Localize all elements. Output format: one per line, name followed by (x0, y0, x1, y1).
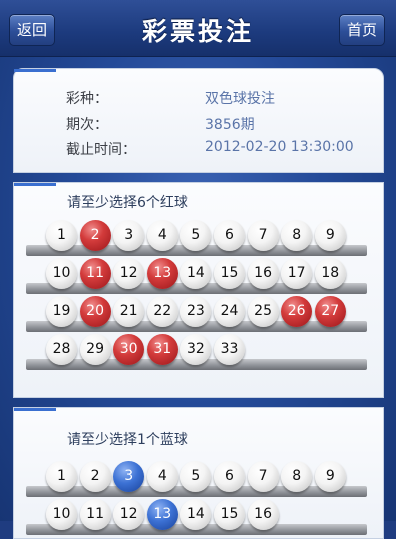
home-button[interactable]: 首页 (338, 14, 385, 46)
red_section-ball-13[interactable]: 13 (146, 258, 178, 289)
info-row-deadline: 截止时间： 2012-02-20 13:30:00 (14, 139, 383, 159)
red_section-ball-8[interactable]: 8 (281, 220, 313, 251)
red_section-ball-2[interactable]: 2 (79, 220, 111, 251)
blue_section-ball-2[interactable]: 2 (79, 461, 111, 492)
blue_section-ball-10[interactable]: 10 (46, 499, 77, 530)
info-row-issue: 期次： 3856期 (14, 114, 383, 134)
red_section-ball-7[interactable]: 7 (247, 220, 279, 251)
info-label: 期次： (66, 117, 108, 133)
red_section-ball-10[interactable]: 10 (46, 258, 77, 289)
red_section-ball-18[interactable]: 18 (314, 258, 346, 289)
red-section-title: 请至少选择6个红球 (67, 195, 188, 211)
blue_section-ball-row: 10 11 12 13 14 15 16 (14, 499, 383, 539)
blue_section-ball-15[interactable]: 15 (214, 499, 245, 530)
red_section-ball-12[interactable]: 12 (113, 258, 145, 289)
panel-accent (14, 183, 56, 186)
red_section-ball-24[interactable]: 24 (214, 296, 245, 327)
red_section-ball-29[interactable]: 29 (79, 334, 111, 365)
blue_section-ball-1[interactable]: 1 (46, 461, 77, 492)
blue_section-ball-13[interactable]: 13 (146, 499, 178, 530)
red_section-ball-30[interactable]: 30 (113, 334, 145, 365)
red_section-ball-19[interactable]: 19 (46, 296, 77, 327)
header-bar: 返回 彩票投注 首页 (0, 0, 396, 57)
info-label: 彩种： (66, 91, 108, 107)
red_section-ball-11[interactable]: 11 (79, 258, 111, 289)
info-row-lottery-type: 彩种： 双色球投注 (14, 88, 383, 108)
blue_section-ball-7[interactable]: 7 (247, 461, 279, 492)
red_section-ball-row: 19 20 21 22 23 24 25 26 27 (14, 296, 383, 336)
info-value: 2012-02-20 13:30:00 (205, 139, 354, 155)
red_section-ball-33[interactable]: 33 (214, 334, 245, 365)
blue_section-ball-12[interactable]: 12 (113, 499, 145, 530)
red_section-ball-27[interactable]: 27 (314, 296, 346, 327)
red_section-ball-1[interactable]: 1 (46, 220, 77, 251)
red_section-ball-row: 28 29 30 31 32 33 (14, 334, 383, 374)
blue_section-ball-16[interactable]: 16 (247, 499, 279, 530)
red_section-ball-26[interactable]: 26 (281, 296, 313, 327)
red_section-ball-15[interactable]: 15 (214, 258, 245, 289)
red_section-ball-31[interactable]: 31 (146, 334, 178, 365)
blue-ball-panel: 请至少选择1个蓝球 1 2 3 4 5 6 7 8 9 10 11 12 13 14 15 16 (13, 407, 384, 539)
blue_section-ball-9[interactable]: 9 (314, 461, 346, 492)
red_section-ball-row: 10 11 12 13 14 15 16 17 18 (14, 258, 383, 298)
red_section-ball-21[interactable]: 21 (113, 296, 145, 327)
page-title: 彩票投注 (141, 17, 254, 46)
info-label: 截止时间： (66, 142, 136, 158)
blue_section-ball-11[interactable]: 11 (79, 499, 111, 530)
red-ball-panel: 请至少选择6个红球 1 2 3 4 5 6 7 8 9 10 11 12 13 14 15 16 17 18 19 2… (13, 182, 384, 398)
red_section-ball-25[interactable]: 25 (247, 296, 279, 327)
blue_section-ball-6[interactable]: 6 (214, 461, 245, 492)
lottery-info-panel: 彩种： 双色球投注 期次： 3856期 截止时间： 2012-02-20 13:… (13, 68, 384, 173)
red_section-ball-row: 123456789 (14, 220, 383, 260)
panel-accent (14, 69, 56, 72)
red_section-ball-22[interactable]: 22 (146, 296, 178, 327)
red_section-ball-17[interactable]: 17 (281, 258, 313, 289)
blue_section-ball-3[interactable]: 3 (113, 461, 145, 492)
red_section-ball-16[interactable]: 16 (247, 258, 279, 289)
blue_section-ball-row: 123456789 (14, 461, 383, 501)
blue_section-ball-4[interactable]: 4 (146, 461, 178, 492)
red_section-ball-20[interactable]: 20 (79, 296, 111, 327)
red_section-ball-28[interactable]: 28 (46, 334, 77, 365)
red_section-ball-6[interactable]: 6 (214, 220, 245, 251)
blue-section-title: 请至少选择1个蓝球 (67, 432, 188, 448)
red_section-ball-3[interactable]: 3 (113, 220, 145, 251)
info-value: 双色球投注 (205, 91, 275, 107)
blue_section-ball-8[interactable]: 8 (281, 461, 313, 492)
info-value: 3856期 (205, 117, 255, 133)
panel-accent (14, 408, 56, 411)
red_section-ball-4[interactable]: 4 (146, 220, 178, 251)
red_section-ball-9[interactable]: 9 (314, 220, 346, 251)
